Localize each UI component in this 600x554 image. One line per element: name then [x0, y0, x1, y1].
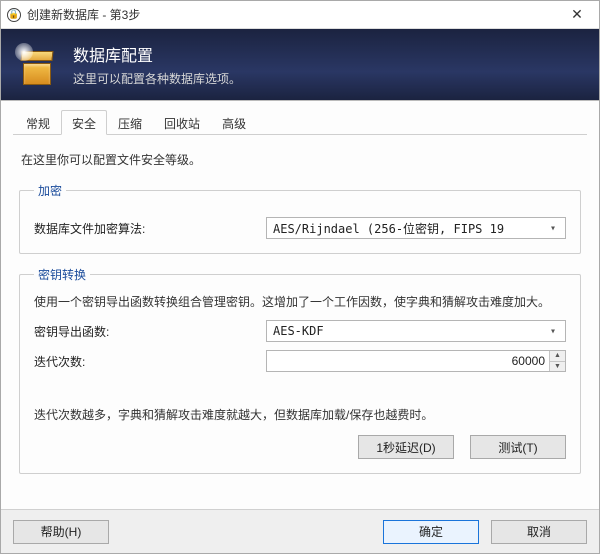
- algo-label: 数据库文件加密算法:: [34, 220, 266, 237]
- iter-hint: 迭代次数越多，字典和猜解攻击难度就越大，但数据库加载/保存也越费时。: [34, 406, 566, 423]
- group-kdf-legend: 密钥转换: [34, 266, 90, 283]
- group-encryption: 加密 数据库文件加密算法: AES/Rijndael (256-位密钥, FIP…: [19, 182, 581, 254]
- window-title: 创建新数据库 - 第3步: [27, 6, 555, 23]
- cancel-button[interactable]: 取消: [491, 520, 587, 544]
- tab-compression[interactable]: 压缩: [107, 110, 153, 135]
- iter-value: 60000: [512, 354, 545, 368]
- security-desc: 在这里你可以配置文件安全等级。: [21, 151, 581, 168]
- tab-security[interactable]: 安全: [61, 110, 107, 135]
- titlebar: 🔒 创建新数据库 - 第3步 ✕: [1, 1, 599, 29]
- app-lock-icon: 🔒: [7, 8, 21, 22]
- banner-text: 数据库配置 这里可以配置各种数据库选项。: [73, 42, 241, 87]
- one-second-delay-button[interactable]: 1秒延迟(D): [358, 435, 454, 459]
- algo-select[interactable]: AES/Rijndael (256-位密钥, FIPS 19 ▾: [266, 217, 566, 239]
- iter-spinner[interactable]: ▲ ▼: [549, 351, 565, 371]
- tabbar: 常规 安全 压缩 回收站 高级: [13, 109, 587, 135]
- chevron-down-icon: ▾: [545, 326, 561, 337]
- kdf-func-value: AES-KDF: [273, 324, 324, 338]
- algo-value: AES/Rijndael (256-位密钥, FIPS 19: [273, 220, 504, 237]
- iter-input[interactable]: 60000 ▲ ▼: [266, 350, 566, 372]
- close-icon: ✕: [571, 6, 583, 23]
- kdf-func-select[interactable]: AES-KDF ▾: [266, 320, 566, 342]
- banner: 数据库配置 这里可以配置各种数据库选项。: [1, 29, 599, 101]
- iter-label: 迭代次数:: [34, 353, 266, 370]
- close-button[interactable]: ✕: [555, 1, 599, 29]
- kdf-func-label: 密钥导出函数:: [34, 323, 266, 340]
- chevron-down-icon: ▾: [545, 223, 561, 234]
- tab-general[interactable]: 常规: [15, 110, 61, 135]
- help-button[interactable]: 帮助(H): [13, 520, 109, 544]
- spinner-down-icon[interactable]: ▼: [550, 362, 565, 372]
- tab-advanced[interactable]: 高级: [211, 110, 257, 135]
- tab-panel-security: 在这里你可以配置文件安全等级。 加密 数据库文件加密算法: AES/Rijnda…: [13, 135, 587, 509]
- spinner-up-icon[interactable]: ▲: [550, 351, 565, 362]
- group-kdf: 密钥转换 使用一个密钥导出函数转换组合管理密钥。这增加了一个工作因数，使字典和猜…: [19, 266, 581, 474]
- group-encryption-legend: 加密: [34, 182, 66, 199]
- banner-box-icon: [19, 45, 59, 85]
- ok-button[interactable]: 确定: [383, 520, 479, 544]
- kdf-desc: 使用一个密钥导出函数转换组合管理密钥。这增加了一个工作因数，使字典和猜解攻击难度…: [34, 293, 566, 312]
- banner-title: 数据库配置: [73, 42, 241, 66]
- dialog-window: 🔒 创建新数据库 - 第3步 ✕ 数据库配置 这里可以配置各种数据库选项。 常规…: [0, 0, 600, 554]
- tab-recycle-bin[interactable]: 回收站: [153, 110, 211, 135]
- banner-subtitle: 这里可以配置各种数据库选项。: [73, 70, 241, 87]
- content-area: 常规 安全 压缩 回收站 高级 在这里你可以配置文件安全等级。 加密 数据库文件…: [1, 101, 599, 509]
- dialog-footer: 帮助(H) 确定 取消: [1, 509, 599, 553]
- test-button[interactable]: 测试(T): [470, 435, 566, 459]
